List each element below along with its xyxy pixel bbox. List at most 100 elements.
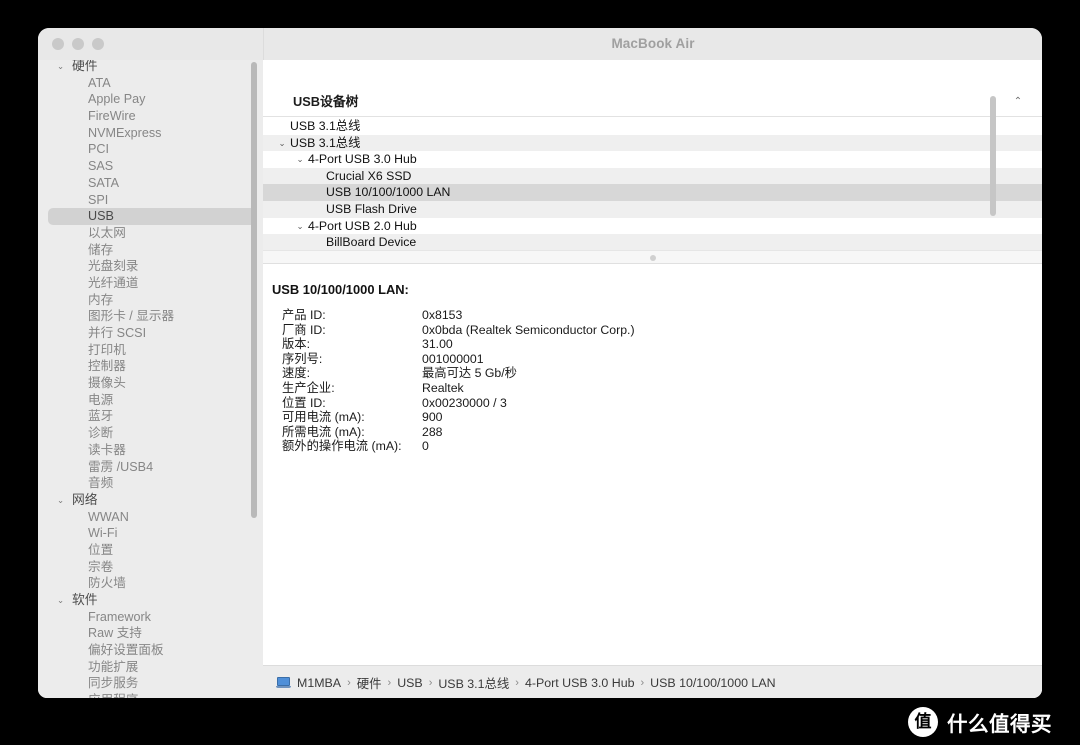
chevron-down-icon[interactable]: ⌄ bbox=[294, 218, 306, 235]
pane-splitter[interactable] bbox=[263, 250, 1042, 264]
tree-row[interactable]: ⌄ USB 3.1总线 bbox=[263, 134, 1042, 152]
sidebar-item-[interactable]: 摄像头 bbox=[38, 375, 263, 392]
sidebar-item-[interactable]: 图形卡 / 显示器 bbox=[38, 308, 263, 325]
device-tree-header: USB设备树 ⌃ bbox=[263, 87, 1042, 117]
sidebar-item-pci[interactable]: PCI bbox=[38, 141, 263, 158]
sidebar-item-wwan[interactable]: WWAN bbox=[38, 509, 263, 526]
sidebar-item-label: Apple Pay bbox=[88, 92, 146, 107]
sidebar-item-[interactable]: 内存 bbox=[38, 292, 263, 309]
sidebar-item-framework[interactable]: Framework bbox=[38, 609, 263, 626]
sidebar-group-label: 软件 bbox=[72, 592, 98, 607]
sidebar-item-[interactable]: 功能扩展 bbox=[38, 659, 263, 676]
sidebar-item-[interactable]: 宗卷 bbox=[38, 559, 263, 576]
detail-value: 001000001 bbox=[422, 351, 484, 366]
chevron-up-icon[interactable]: ⌃ bbox=[1008, 87, 1028, 117]
tree-row[interactable]: USB 10/100/1000 LAN bbox=[263, 184, 1042, 201]
sidebar-item-nvmexpress[interactable]: NVMExpress bbox=[38, 125, 263, 142]
breadcrumb-separator: › bbox=[515, 676, 519, 689]
detail-row: 额外的操作电流 (mA): 0 bbox=[282, 439, 635, 454]
sidebar-item-[interactable]: 光盘刻录 bbox=[38, 258, 263, 275]
sidebar-item-label: 宗卷 bbox=[88, 559, 114, 574]
sidebar-item-[interactable]: 读卡器 bbox=[38, 442, 263, 459]
tree-row[interactable]: USB Flash Drive bbox=[263, 200, 1042, 218]
sidebar-item-label: 电源 bbox=[88, 392, 114, 407]
sidebar-item-ata[interactable]: ATA bbox=[38, 75, 263, 92]
sidebar-item-[interactable]: 电源 bbox=[38, 392, 263, 409]
sidebar-scrollbar[interactable] bbox=[251, 62, 257, 518]
sidebar-item-label: USB bbox=[88, 209, 114, 224]
sidebar-item-[interactable]: 音频 bbox=[38, 475, 263, 492]
sidebar-item-wi-fi[interactable]: Wi-Fi bbox=[38, 525, 263, 542]
sidebar-item-label: 打印机 bbox=[88, 342, 126, 357]
detail-label: 产品 ID: bbox=[282, 308, 326, 322]
sidebar-item-[interactable]: 蓝牙 bbox=[38, 408, 263, 425]
tree-row[interactable]: BillBoard Device bbox=[263, 234, 1042, 250]
sidebar-item-[interactable]: 打印机 bbox=[38, 342, 263, 359]
sidebar-item-raw[interactable]: Raw 支持 bbox=[38, 625, 263, 642]
sidebar-item-sas[interactable]: SAS bbox=[38, 158, 263, 175]
sidebar-group-2[interactable]: ⌄ 软件 bbox=[38, 592, 263, 609]
chevron-down-icon[interactable]: ⌄ bbox=[294, 151, 306, 168]
sidebar-item-label: 光盘刻录 bbox=[88, 259, 139, 274]
sidebar-item-scsi[interactable]: 并行 SCSI bbox=[38, 325, 263, 342]
detail-label: 生产企业: bbox=[282, 380, 335, 395]
sidebar-item-[interactable]: 位置 bbox=[38, 542, 263, 559]
sidebar-item-apple-pay[interactable]: Apple Pay bbox=[38, 91, 263, 108]
sidebar-item-[interactable]: 防火墙 bbox=[38, 575, 263, 592]
chevron-down-icon[interactable]: ⌄ bbox=[55, 592, 66, 609]
minimize-button[interactable] bbox=[72, 38, 84, 50]
breadcrumb-item[interactable]: 硬件 bbox=[357, 674, 382, 692]
detail-row: 位置 ID: 0x00230000 / 3 bbox=[282, 396, 635, 411]
tree-row[interactable]: ⌄ 4-Port USB 2.0 Hub bbox=[263, 218, 1042, 235]
breadcrumb-separator: › bbox=[640, 676, 645, 689]
sidebar-item-usb4[interactable]: 雷雳 /USB4 bbox=[38, 459, 263, 476]
sidebar-item-label: 内存 bbox=[88, 292, 114, 307]
breadcrumb-item[interactable]: USB 10/100/1000 LAN bbox=[650, 676, 775, 690]
breadcrumb-item[interactable]: M1MBA bbox=[297, 676, 341, 690]
breadcrumb-separator: › bbox=[347, 676, 351, 689]
zoom-button[interactable] bbox=[92, 38, 104, 50]
chevron-down-icon[interactable]: ⌄ bbox=[55, 60, 66, 75]
sidebar-item-label: 位置 bbox=[88, 542, 114, 557]
sidebar-item-label: NVMExpress bbox=[88, 125, 162, 140]
sidebar-item-[interactable]: 同步服务 bbox=[38, 675, 263, 692]
sidebar-group-1[interactable]: ⌄ 网络 bbox=[38, 492, 263, 509]
breadcrumb-item[interactable]: 4-Port USB 3.0 Hub bbox=[525, 676, 635, 690]
sidebar-item-sata[interactable]: SATA bbox=[38, 175, 263, 192]
close-button[interactable] bbox=[52, 38, 64, 50]
breadcrumb-item[interactable]: USB bbox=[397, 676, 422, 690]
chevron-down-icon[interactable]: ⌄ bbox=[55, 492, 66, 509]
sidebar-item-[interactable]: 以太网 bbox=[38, 225, 263, 242]
sidebar-item-[interactable]: 应用程序 bbox=[38, 692, 263, 698]
breadcrumb-bar: M1MBA › 硬件 › USB › USB 3.1总线 › 4-Port USB 3.0 Hu… bbox=[263, 665, 1042, 698]
device-tree-list[interactable]: USB 3.1总线 ⌄ USB 3.1总线 ⌄ 4-Port USB 3.0 Hub Cr… bbox=[263, 118, 1042, 250]
sidebar-item-usb[interactable]: USB bbox=[48, 208, 256, 225]
sidebar-group-0[interactable]: ⌄ 硬件 bbox=[38, 60, 263, 75]
breadcrumb-item[interactable]: USB 3.1总线 bbox=[438, 674, 509, 692]
sidebar-item-label: 偏好设置面板 bbox=[88, 643, 164, 658]
sidebar-item-[interactable]: 控制器 bbox=[38, 358, 263, 375]
tree-row-label: 4-Port USB 3.0 Hub bbox=[308, 152, 417, 167]
splitter-handle-dot bbox=[649, 255, 656, 261]
main-pane: USB设备树 ⌃ USB 3.1总线 ⌄ USB 3.1总线 ⌄ 4-Port USB … bbox=[263, 60, 1042, 698]
sidebar-item-[interactable]: 偏好设置面板 bbox=[38, 642, 263, 659]
sidebar-item-spi[interactable]: SPI bbox=[38, 192, 263, 209]
detail-label: 速度: bbox=[282, 366, 311, 381]
sidebar-group-label: 网络 bbox=[72, 491, 98, 507]
sidebar-item-label: ATA bbox=[88, 75, 111, 90]
detail-row: 版本: 31.00 bbox=[282, 337, 635, 352]
tree-row[interactable]: ⌄ 4-Port USB 3.0 Hub bbox=[263, 151, 1042, 168]
detail-row: 产品 ID: 0x8153 bbox=[282, 308, 635, 323]
sidebar-item-[interactable]: 储存 bbox=[38, 242, 263, 259]
sidebar[interactable]: ⌄ 硬件 ATA Apple Pay FireWire NVMExpress PCI SAS S… bbox=[38, 60, 263, 698]
sidebar-item-[interactable]: 光纤通道 bbox=[38, 275, 263, 292]
sidebar-item-[interactable]: 诊断 bbox=[38, 425, 263, 442]
device-tree-scrollbar[interactable] bbox=[990, 96, 996, 216]
chevron-down-icon[interactable]: ⌄ bbox=[276, 135, 288, 152]
sidebar-item-firewire[interactable]: FireWire bbox=[38, 108, 263, 125]
tree-row[interactable]: Crucial X6 SSD bbox=[263, 167, 1042, 185]
detail-label: 序列号: bbox=[282, 351, 323, 366]
detail-value: Realtek bbox=[422, 380, 464, 395]
tree-row[interactable]: USB 3.1总线 bbox=[263, 118, 1042, 135]
sidebar-item-label: Wi-Fi bbox=[88, 526, 118, 541]
